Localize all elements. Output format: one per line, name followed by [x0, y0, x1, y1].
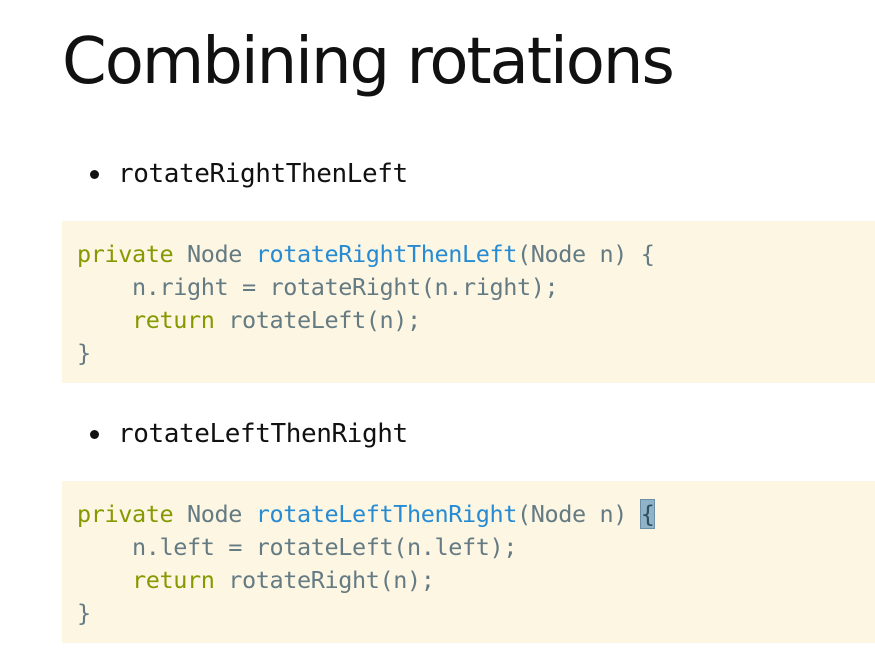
code-line: } — [77, 597, 875, 630]
code-keyword: private — [77, 240, 174, 268]
code-line: private Node rotateRightThenLeft(Node n)… — [77, 238, 875, 271]
code-function-name: rotateRightThenLeft — [255, 240, 518, 268]
code-text: Node — [173, 240, 256, 268]
code-line: n.left = rotateLeft(n.left); — [77, 531, 875, 564]
bullet-dot — [90, 169, 99, 179]
code-line: } — [77, 337, 875, 370]
code-text: rotateRight(n); — [214, 566, 435, 594]
bullet-item-left-then-right: rotateLeftThenRight — [90, 417, 408, 451]
code-text: (Node n) — [516, 500, 641, 528]
bullet-text: rotateLeftThenRight — [118, 419, 408, 449]
bullet-text: rotateRightThenLeft — [118, 159, 408, 189]
code-line: private Node rotateLeftThenRight(Node n)… — [77, 498, 875, 531]
code-text: rotateLeft(n); — [214, 306, 421, 334]
code-text: { — [640, 240, 655, 268]
code-block-left-then-right[interactable]: private Node rotateLeftThenRight(Node n)… — [62, 481, 875, 643]
code-text: n.right = rotateRight(n.right); — [77, 273, 559, 301]
code-text: (Node n) — [516, 240, 641, 268]
code-line: return rotateRight(n); — [77, 564, 875, 597]
code-block-right-then-left[interactable]: private Node rotateRightThenLeft(Node n)… — [62, 221, 875, 383]
code-text: } — [77, 339, 91, 367]
code-line: n.right = rotateRight(n.right); — [77, 271, 875, 304]
code-keyword: return — [132, 566, 215, 594]
bullet-item-right-then-left: rotateRightThenLeft — [90, 157, 408, 191]
code-keyword: return — [132, 306, 215, 334]
code-text: Node — [173, 500, 256, 528]
slide-title: Combining rotations — [62, 25, 675, 99]
code-line: return rotateLeft(n); — [77, 304, 875, 337]
code-keyword: private — [77, 500, 174, 528]
text-cursor-brace: { — [639, 499, 656, 529]
code-text: } — [77, 599, 91, 627]
bullet-dot — [90, 429, 99, 439]
code-function-name: rotateLeftThenRight — [255, 500, 518, 528]
code-text: n.left = rotateLeft(n.left); — [77, 533, 517, 561]
